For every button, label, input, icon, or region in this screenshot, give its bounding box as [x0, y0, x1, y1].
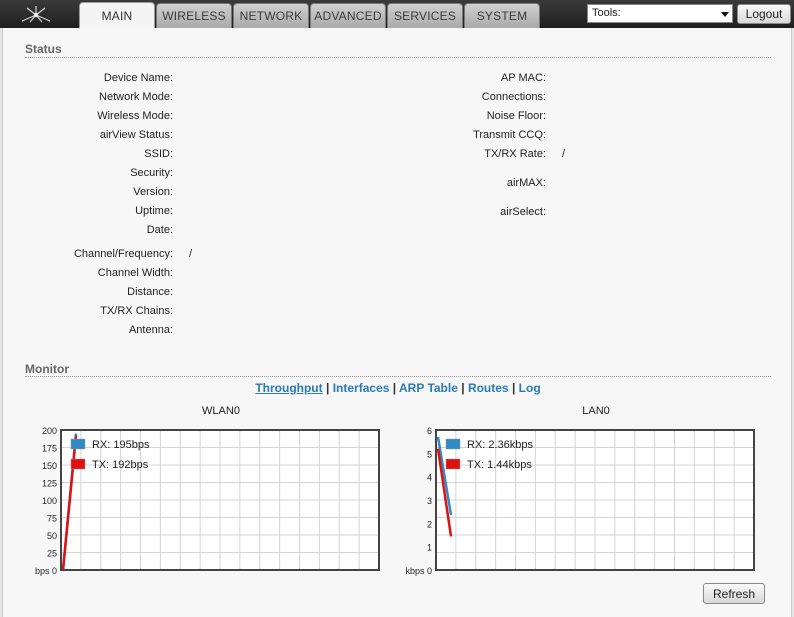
status-label: Network Mode:	[99, 91, 173, 103]
y-tick-label: 4	[427, 473, 432, 483]
link-separator: |	[461, 381, 465, 395]
top-navigation-bar: MAIN WIRELESS NETWORK ADVANCED SERVICES …	[0, 0, 794, 29]
link-separator: |	[511, 381, 516, 395]
y-tick-label: 75	[47, 514, 57, 524]
link-separator: |	[392, 381, 397, 395]
tab-advanced[interactable]: ADVANCED	[310, 3, 386, 28]
y-tick-label: 175	[42, 444, 57, 454]
status-label: airSelect:	[500, 206, 546, 218]
status-label: Uptime:	[135, 205, 173, 217]
wlan0-throughput-chart: bps 0 25 50 75 100 125 150 175 200 RX: 195bps TX: …	[35, 426, 380, 576]
status-label: Version:	[133, 186, 173, 198]
status-label: Channel Width:	[97, 267, 173, 279]
monitor-divider	[25, 376, 771, 377]
ubiquiti-logo-icon[interactable]	[0, 0, 72, 28]
legend-swatch-rx	[70, 438, 86, 450]
y-tick-label: 50	[47, 531, 57, 541]
legend-label-tx: TX: 1.44kbps	[467, 459, 532, 471]
lan0-chart-title: LAN0	[582, 405, 610, 417]
y-tick-label: 5	[427, 449, 432, 459]
y-tick-label: 3	[427, 496, 432, 506]
y-tick-label: 125	[42, 479, 57, 489]
status-label: SSID:	[144, 148, 173, 160]
legend-label-tx: TX: 192bps	[92, 459, 149, 471]
status-label: airView Status:	[99, 129, 173, 141]
legend-swatch-tx	[445, 458, 461, 470]
status-label: Noise Floor:	[486, 110, 546, 122]
link-routes[interactable]: Routes	[468, 381, 509, 395]
y-tick-label: 6	[427, 426, 432, 436]
tools-dropdown[interactable]: Tools:	[587, 4, 733, 23]
status-value: /	[189, 248, 193, 260]
logout-button[interactable]: Logout	[737, 4, 791, 24]
wlan0-chart-title: WLAN0	[202, 405, 240, 417]
status-section-title: Status	[25, 42, 62, 56]
link-separator: |	[325, 381, 330, 395]
y-tick-label: bps 0	[35, 566, 57, 576]
y-tick-label: 25	[47, 549, 57, 559]
status-label: Date:	[146, 224, 173, 236]
y-tick-label: 150	[42, 461, 57, 471]
status-label: Transmit CCQ:	[473, 129, 546, 141]
monitor-section-title: Monitor	[25, 362, 69, 376]
legend-swatch-rx	[445, 438, 461, 450]
status-value: /	[562, 148, 566, 160]
status-label: Security:	[130, 167, 173, 179]
tools-dropdown-value: Tools:	[592, 7, 621, 19]
status-label: Antenna:	[128, 324, 173, 336]
tab-main[interactable]: MAIN	[79, 2, 155, 29]
y-tick-label: 200	[42, 426, 57, 436]
main-content: Status Monitor Throughput | Interfaces |…	[2, 28, 792, 617]
legend-swatch-tx	[70, 458, 86, 470]
legend-label-rx: RX: 195bps	[92, 439, 150, 451]
status-label: Distance:	[127, 286, 173, 298]
monitor-links: Throughput | Interfaces | ARP Table | Ro…	[3, 381, 793, 395]
status-label: TX/RX Chains:	[100, 305, 173, 317]
link-interfaces[interactable]: Interfaces	[333, 381, 390, 395]
legend-label-rx: RX: 2.36kbps	[467, 439, 534, 451]
chevron-down-icon	[721, 12, 729, 17]
status-label: Connections:	[481, 91, 546, 103]
link-arp-table[interactable]: ARP Table	[399, 381, 458, 395]
status-label: Wireless Mode:	[97, 110, 173, 122]
y-tick-label: 100	[42, 496, 57, 506]
tab-wireless[interactable]: WIRELESS	[156, 3, 232, 28]
y-tick-label: kbps 0	[405, 566, 432, 576]
y-tick-label: 1	[427, 543, 432, 553]
link-throughput[interactable]: Throughput	[255, 381, 322, 395]
tab-network[interactable]: NETWORK	[233, 3, 309, 28]
status-divider	[25, 57, 771, 58]
lan0-throughput-chart: kbps 0 1 2 3 4 5 6 RX: 2.36kbps TX: 1.44kbps	[405, 426, 755, 576]
link-log[interactable]: Log	[519, 381, 541, 395]
y-tick-label: 2	[427, 519, 432, 529]
status-label: airMAX:	[506, 177, 546, 189]
status-label: AP MAC:	[500, 72, 546, 84]
tab-services[interactable]: SERVICES	[387, 3, 463, 28]
tab-system[interactable]: SYSTEM	[464, 3, 540, 28]
status-label: Channel/Frequency:	[73, 248, 173, 260]
status-label: Device Name:	[103, 72, 173, 84]
refresh-button[interactable]: Refresh	[703, 583, 765, 604]
status-label: TX/RX Rate:	[484, 148, 546, 160]
